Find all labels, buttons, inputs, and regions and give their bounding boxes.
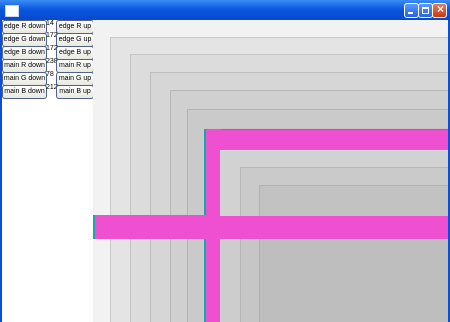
maximize-button[interactable]: [418, 3, 433, 18]
minimize-icon: [408, 12, 413, 14]
edge-r-value: 14: [46, 20, 54, 27]
control-panel: edge R down 14 edge R up edge G down 172…: [2, 20, 94, 322]
main-r-down-button[interactable]: main R down: [2, 59, 47, 73]
lower-step-3: [259, 239, 448, 322]
main-g-down-button[interactable]: main G down: [2, 72, 47, 86]
minimize-button[interactable]: [404, 3, 419, 18]
inner-step-3: [259, 185, 448, 216]
client-area: edge R down 14 edge R up edge G down 172…: [2, 20, 448, 322]
highlight-bar-top: [204, 129, 448, 151]
edge-b-down-button[interactable]: edge B down: [2, 46, 47, 60]
main-g-value: 78: [46, 71, 54, 78]
highlight-bar-horizontal: [93, 215, 448, 239]
title-bar[interactable]: ×: [0, 0, 450, 21]
app-window: × edge R down 14 edge R up edge G down 1…: [0, 0, 450, 322]
window-icon[interactable]: [5, 5, 19, 17]
main-g-up-button[interactable]: main G up: [56, 72, 94, 86]
edge-b-up-button[interactable]: edge B up: [56, 46, 94, 60]
edge-g-down-button[interactable]: edge G down: [2, 33, 47, 47]
edge-g-up-button[interactable]: edge G up: [56, 33, 94, 47]
edge-r-down-button[interactable]: edge R down: [2, 20, 47, 34]
main-r-up-button[interactable]: main R up: [56, 59, 94, 73]
edge-r-up-button[interactable]: edge R up: [56, 20, 94, 34]
maximize-icon: [422, 7, 429, 14]
main-b-up-button[interactable]: main B up: [56, 85, 94, 99]
main-b-down-button[interactable]: main B down: [2, 85, 47, 99]
close-button[interactable]: ×: [432, 2, 447, 18]
drawing-canvas[interactable]: [93, 20, 448, 322]
close-icon: ×: [436, 2, 444, 16]
